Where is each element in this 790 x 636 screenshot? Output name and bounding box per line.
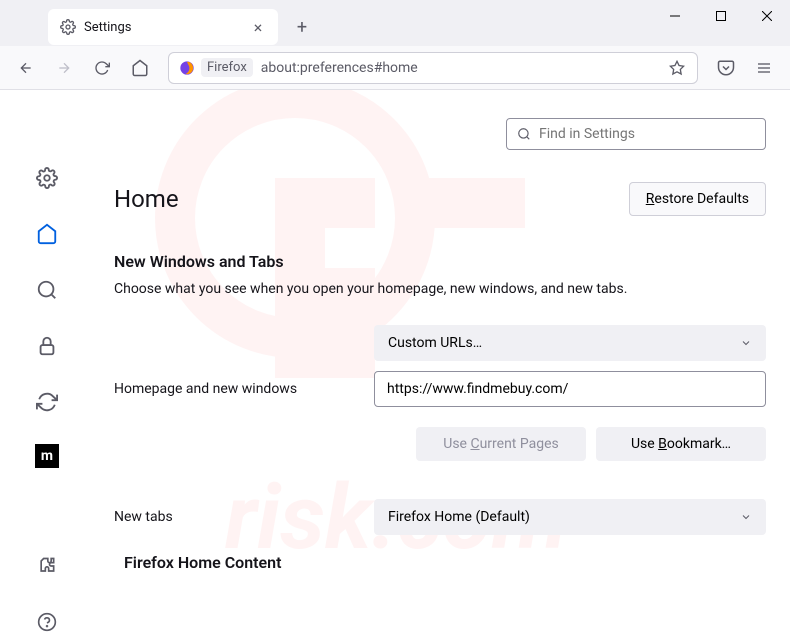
sidebar-item-sync[interactable] [33,388,61,416]
window-titlebar: Settings × + [0,0,790,46]
home-button[interactable] [124,52,156,84]
use-bookmark-button[interactable]: Use Bookmark… [596,427,766,461]
settings-search-input[interactable] [539,126,755,142]
newtabs-dropdown[interactable]: Firefox Home (Default) [374,499,766,535]
section-title-home-content: Firefox Home Content [124,553,766,572]
gear-icon [60,19,76,35]
chevron-down-icon [740,511,752,523]
sidebar-item-general[interactable] [33,164,61,192]
sidebar-item-home[interactable] [33,220,61,248]
close-icon[interactable]: × [250,19,266,35]
use-current-pages-button[interactable]: Use Current Pages [416,427,586,461]
chevron-down-icon [740,337,752,349]
identity-label: Firefox [201,58,253,77]
page-title: Home [114,185,179,213]
restore-defaults-button[interactable]: Restore Defaults [629,182,766,216]
url-text: about:preferences#home [261,60,659,76]
sidebar-item-search[interactable] [33,276,61,304]
browser-tab[interactable]: Settings × [48,9,278,45]
minimize-button[interactable] [652,0,698,32]
dropdown-value: Firefox Home (Default) [388,509,530,525]
settings-search-box[interactable] [506,118,766,150]
new-tab-button[interactable]: + [288,13,316,41]
settings-main: Home Restore Defaults New Windows and Ta… [94,90,790,636]
homepage-label: Homepage and new windows [94,381,374,397]
browser-toolbar: Firefox about:preferences#home [0,46,790,90]
back-button[interactable] [10,52,42,84]
sidebar-item-help[interactable] [33,608,61,636]
newtabs-label: New tabs [94,509,374,525]
settings-sidebar: m [0,90,94,636]
section-title-windows-tabs: New Windows and Tabs [114,252,766,271]
dropdown-value: Custom URLs… [388,335,482,351]
sidebar-item-more-mozilla[interactable]: m [35,444,59,468]
pocket-button[interactable] [710,52,742,84]
sidebar-item-extensions[interactable] [33,552,61,580]
reload-button[interactable] [86,52,118,84]
section-desc-windows-tabs: Choose what you see when you open your h… [114,281,766,297]
homepage-mode-dropdown[interactable]: Custom URLs… [374,325,766,361]
close-window-button[interactable] [744,0,790,32]
homepage-url-input[interactable] [374,371,766,407]
app-menu-button[interactable] [748,52,780,84]
identity-box[interactable]: Firefox [179,58,253,77]
search-icon [517,127,531,141]
firefox-icon [179,60,195,76]
sidebar-item-privacy[interactable] [33,332,61,360]
forward-button[interactable] [48,52,80,84]
tab-title: Settings [84,20,242,35]
bookmark-star-icon[interactable] [667,58,687,78]
maximize-button[interactable] [698,0,744,32]
url-bar[interactable]: Firefox about:preferences#home [168,52,698,84]
window-controls [652,0,790,32]
